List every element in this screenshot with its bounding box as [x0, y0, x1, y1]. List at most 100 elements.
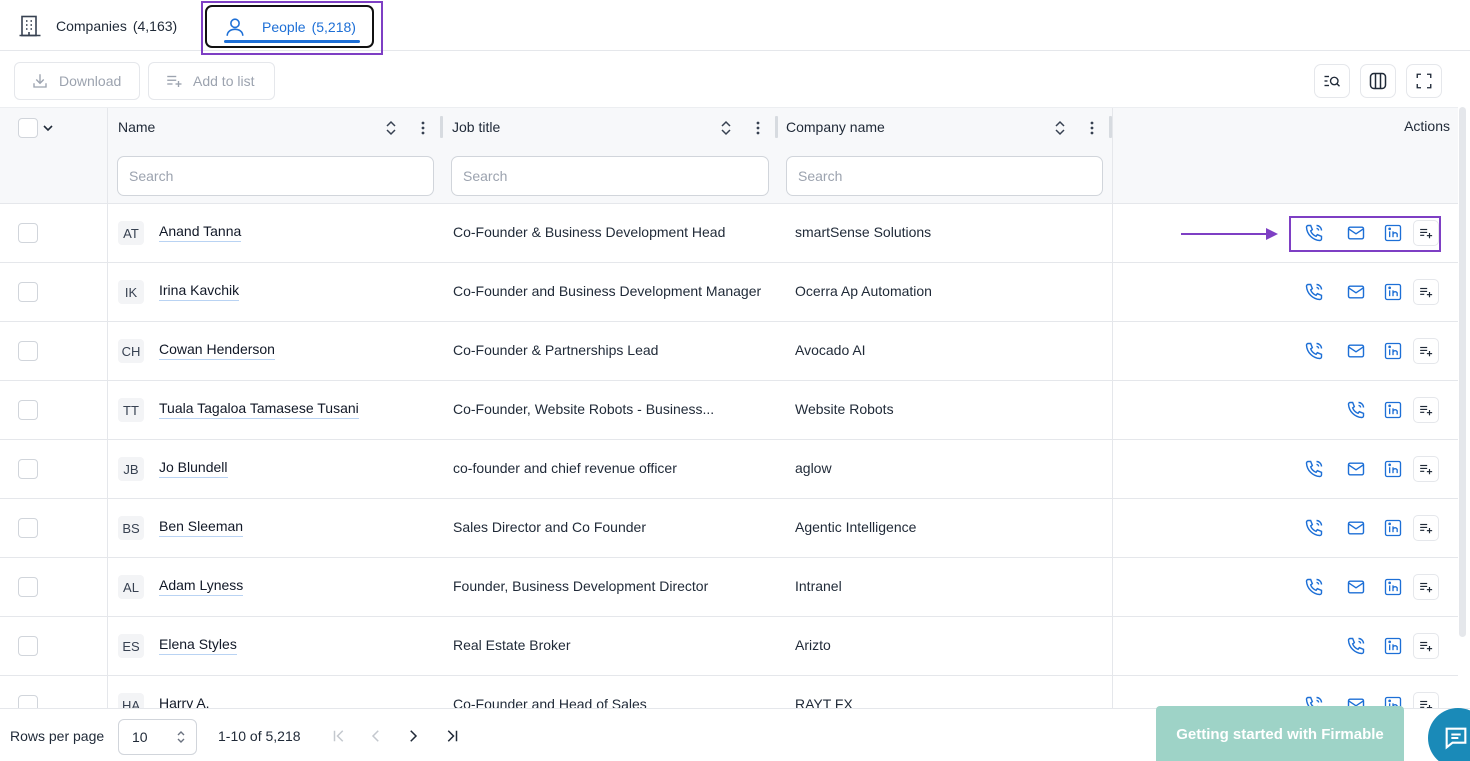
row-checkbox[interactable] [18, 223, 38, 243]
table-header: Name Job title Company name Actions [0, 107, 1458, 205]
person-name-link[interactable]: Harry A. [159, 695, 210, 708]
column-menu-icon[interactable] [753, 120, 763, 136]
tab-people[interactable]: People (5,218) [205, 5, 374, 48]
row-checkbox[interactable] [18, 341, 38, 361]
previous-page-button[interactable] [364, 724, 388, 748]
call-button[interactable] [1302, 575, 1326, 599]
call-button[interactable] [1302, 339, 1326, 363]
email-button[interactable] [1344, 516, 1368, 540]
actions-divider [1112, 676, 1113, 708]
column-company-name: Company name [776, 108, 1112, 205]
email-button[interactable] [1344, 339, 1368, 363]
phone-icon [1305, 519, 1323, 537]
person-name-link[interactable]: Irina Kavchik [159, 282, 240, 301]
add-to-list-button[interactable]: Add to list [148, 62, 275, 100]
sort-icon[interactable] [1053, 120, 1067, 136]
linkedin-button[interactable] [1381, 398, 1405, 422]
add-to-list-row-button[interactable] [1413, 397, 1439, 423]
column-menu-icon[interactable] [418, 120, 428, 136]
name-search-input[interactable] [117, 156, 434, 196]
getting-started-button[interactable]: Getting started with Firmable [1156, 706, 1404, 761]
linkedin-button[interactable] [1381, 339, 1405, 363]
columns-icon [1369, 72, 1387, 90]
add-to-list-row-button[interactable] [1413, 338, 1439, 364]
linkedin-button[interactable] [1381, 516, 1405, 540]
next-page-button[interactable] [401, 724, 425, 748]
company-search-input[interactable] [786, 156, 1103, 196]
first-page-button[interactable] [327, 724, 351, 748]
column-company-name-title: Company name [786, 119, 885, 135]
person-name-link[interactable]: Cowan Henderson [159, 341, 275, 360]
sort-icon[interactable] [719, 120, 733, 136]
chat-button[interactable] [1428, 708, 1470, 761]
row-checkbox[interactable] [18, 636, 38, 656]
sort-icon[interactable] [384, 120, 398, 136]
last-page-button[interactable] [440, 724, 464, 748]
add-to-list-row-button[interactable] [1413, 456, 1439, 482]
person-name-link[interactable]: Adam Lyness [159, 577, 244, 596]
add-to-list-row-button[interactable] [1413, 515, 1439, 541]
row-select-cell [0, 440, 108, 499]
chevron-down-icon[interactable] [42, 122, 54, 134]
email-button[interactable] [1344, 457, 1368, 481]
call-button[interactable] [1344, 398, 1368, 422]
add-to-list-row-button[interactable] [1413, 692, 1439, 708]
email-icon [1347, 285, 1365, 299]
column-menu-icon[interactable] [1087, 120, 1097, 136]
columns-button[interactable] [1360, 64, 1396, 98]
table-body: AT Anand Tanna Co-Founder & Business Devel… [0, 204, 1458, 708]
first-page-icon [333, 730, 344, 742]
person-name-link[interactable]: Elena Styles [159, 636, 237, 655]
avatar: IK [118, 280, 144, 304]
email-icon [1347, 580, 1365, 594]
call-button[interactable] [1302, 280, 1326, 304]
table-row: ES Elena Styles Real Estate Broker Arizto [0, 617, 1458, 676]
linkedin-icon [1384, 401, 1402, 419]
rows-per-page-select[interactable]: 10 [118, 719, 197, 755]
add-to-list-row-button[interactable] [1413, 633, 1439, 659]
row-select-cell [0, 676, 108, 708]
select-all-checkbox[interactable] [18, 118, 38, 138]
company-name-cell: Ocerra Ap Automation [795, 283, 932, 299]
email-button[interactable] [1344, 280, 1368, 304]
call-button[interactable] [1344, 634, 1368, 658]
tab-companies[interactable]: Companies (4,163) [18, 12, 177, 40]
row-checkbox[interactable] [18, 577, 38, 597]
row-checkbox[interactable] [18, 282, 38, 302]
person-name-link[interactable]: Tuala Tagaloa Tamasese Tusani [159, 400, 359, 419]
add-to-list-row-button[interactable] [1413, 279, 1439, 305]
linkedin-button[interactable] [1381, 634, 1405, 658]
row-checkbox[interactable] [18, 518, 38, 538]
row-checkbox[interactable] [18, 400, 38, 420]
job-title-cell: Co-Founder and Head of Sales [453, 696, 647, 708]
call-button[interactable] [1302, 516, 1326, 540]
vertical-scrollbar[interactable] [1459, 107, 1466, 637]
job-title-cell: Co-Founder & Business Development Head [453, 224, 726, 240]
table-row: HA Harry A. Co-Founder and Head of Sales RA… [0, 676, 1458, 708]
playlist-add-icon [1420, 641, 1433, 652]
linkedin-button[interactable] [1381, 280, 1405, 304]
row-checkbox[interactable] [18, 695, 38, 708]
job-title-cell: Co-Founder and Business Development Mana… [453, 283, 762, 299]
search-table-button[interactable] [1314, 64, 1350, 98]
company-name-cell: Arizto [795, 637, 831, 653]
person-name-link[interactable]: Anand Tanna [159, 223, 242, 242]
table-row: AL Adam Lyness Founder, Business Developme… [0, 558, 1458, 617]
linkedin-icon [1384, 519, 1402, 537]
row-checkbox[interactable] [18, 459, 38, 479]
phone-icon [1305, 283, 1323, 301]
email-button[interactable] [1344, 575, 1368, 599]
person-name-link[interactable]: Jo Blundell [159, 459, 228, 478]
actions-divider [1112, 499, 1113, 558]
job-title-search-input[interactable] [451, 156, 769, 196]
person-name-link[interactable]: Ben Sleeman [159, 518, 244, 537]
person-icon [226, 17, 244, 36]
linkedin-button[interactable] [1381, 575, 1405, 599]
table-row: IK Irina Kavchik Co-Founder and Business D… [0, 263, 1458, 322]
add-to-list-row-button[interactable] [1413, 574, 1439, 600]
linkedin-button[interactable] [1381, 457, 1405, 481]
call-button[interactable] [1302, 457, 1326, 481]
download-button[interactable]: Download [14, 62, 140, 100]
row-select-cell [0, 322, 108, 381]
fullscreen-button[interactable] [1406, 64, 1442, 98]
